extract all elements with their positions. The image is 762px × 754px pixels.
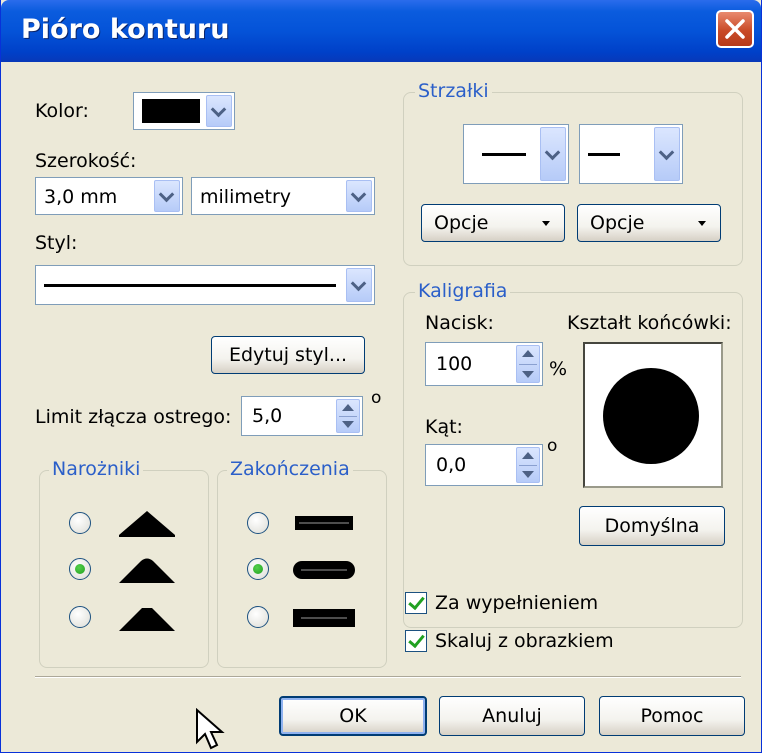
scale-with-image-checkbox[interactable] xyxy=(405,630,427,652)
miter-limit-spinner[interactable]: 5,0 xyxy=(241,396,363,436)
corner-bevel-icon xyxy=(119,608,175,631)
angle-value: 0,0 xyxy=(436,454,467,476)
corner-round-icon xyxy=(119,558,175,583)
end-arrow-combo[interactable] xyxy=(579,124,683,184)
cap-round-icon xyxy=(293,561,355,579)
width-label: Szerokość: xyxy=(35,150,137,172)
calligraphy-group-label: Kaligrafia xyxy=(415,280,511,302)
percent-symbol: % xyxy=(549,358,568,380)
degree-symbol: o xyxy=(547,436,558,456)
spin-arrows-icon[interactable] xyxy=(336,399,360,433)
start-arrow-preview xyxy=(482,153,526,156)
start-arrow-options-button[interactable]: Opcje xyxy=(421,204,565,242)
corner-radio-1[interactable] xyxy=(69,512,91,534)
end-arrow-options-button[interactable]: Opcje xyxy=(577,204,721,242)
width-value: 3,0 mm xyxy=(44,186,118,208)
color-swatch xyxy=(142,99,200,123)
spin-arrows-icon[interactable] xyxy=(516,447,540,483)
color-label: Kolor: xyxy=(35,100,89,122)
scale-with-image-label[interactable]: Skaluj z obrazkiem xyxy=(435,630,614,652)
stretch-label: Nacisk: xyxy=(425,312,494,334)
nib-shape-label: Kształt końcówki: xyxy=(567,312,732,334)
style-combo[interactable] xyxy=(35,265,375,305)
stretch-value: 100 xyxy=(436,353,473,375)
ok-button[interactable]: OK xyxy=(279,696,427,736)
help-button[interactable]: Pomoc xyxy=(599,696,745,736)
caps-group-label: Zakończenia xyxy=(227,458,353,480)
title-bar[interactable]: Pióro konturu xyxy=(1,0,761,62)
corner-radio-3[interactable] xyxy=(69,606,91,628)
unit-combo[interactable]: milimetry xyxy=(191,177,375,215)
arrows-group-label: Strzałki xyxy=(415,80,492,102)
menu-arrow-icon xyxy=(698,221,706,226)
close-button[interactable] xyxy=(716,10,754,48)
dropdown-arrow-icon[interactable] xyxy=(346,268,372,302)
dropdown-arrow-icon[interactable] xyxy=(540,127,566,181)
dialog-window: Pióro konturu Kolor: Szerokość: 3,0 mm m… xyxy=(0,0,762,753)
cap-square-icon xyxy=(293,609,355,627)
corners-group-label: Narożniki xyxy=(49,458,144,480)
behind-fill-label[interactable]: Za wypełnieniem xyxy=(435,592,598,614)
behind-fill-checkbox[interactable] xyxy=(405,592,427,614)
dialog-body: Kolor: Szerokość: 3,0 mm milimetry Styl:… xyxy=(1,62,761,752)
style-label: Styl: xyxy=(35,232,78,254)
dropdown-arrow-icon[interactable] xyxy=(654,127,680,181)
corner-radio-2[interactable] xyxy=(69,558,91,580)
nib-shape-preview[interactable] xyxy=(583,342,723,488)
stretch-spinner[interactable]: 100 xyxy=(425,342,543,386)
degree-symbol: o xyxy=(371,388,382,408)
angle-label: Kąt: xyxy=(425,416,463,438)
color-picker[interactable] xyxy=(133,92,235,130)
dialog-title: Pióro konturu xyxy=(21,14,230,45)
cap-radio-2[interactable] xyxy=(247,558,269,580)
menu-arrow-icon xyxy=(542,221,550,226)
miter-limit-value: 5,0 xyxy=(252,405,283,427)
nib-shape-icon xyxy=(603,368,699,464)
dropdown-arrow-icon[interactable] xyxy=(154,180,180,212)
width-combo[interactable]: 3,0 mm xyxy=(35,177,183,215)
cap-radio-1[interactable] xyxy=(247,512,269,534)
close-icon xyxy=(725,19,745,39)
spin-arrows-icon[interactable] xyxy=(516,345,540,383)
angle-spinner[interactable]: 0,0 xyxy=(425,444,543,486)
default-nib-button[interactable]: Domyślna xyxy=(579,506,725,546)
dropdown-arrow-icon[interactable] xyxy=(206,95,232,127)
end-arrow-preview xyxy=(588,153,620,156)
corner-miter-icon xyxy=(119,511,175,537)
start-arrow-combo[interactable] xyxy=(463,124,569,184)
cancel-button[interactable]: Anuluj xyxy=(439,696,585,736)
line-style-preview xyxy=(44,284,336,287)
cap-radio-3[interactable] xyxy=(247,606,269,628)
separator xyxy=(35,676,741,678)
miter-limit-label: Limit złącza ostrego: xyxy=(35,406,232,428)
edit-style-button[interactable]: Edytuj styl... xyxy=(211,336,365,374)
dropdown-arrow-icon[interactable] xyxy=(346,180,372,212)
cap-butt-icon xyxy=(295,516,353,530)
unit-value: milimetry xyxy=(200,186,292,208)
arrow-pointer-icon xyxy=(196,708,225,750)
